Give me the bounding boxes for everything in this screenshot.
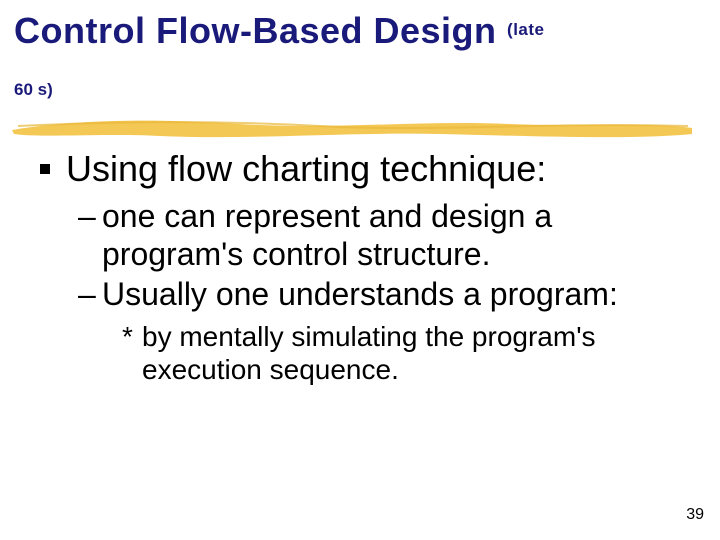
page-number: 39: [686, 506, 704, 524]
title-main: Control Flow-Based Design: [14, 10, 497, 51]
bullet-level2a-text: one can represent and design a program's…: [102, 198, 552, 272]
bullet-level1-text: Using flow charting technique:: [66, 148, 546, 189]
bullet-level2: – one can represent and design a program…: [78, 198, 690, 274]
asterisk-bullet-icon: *: [122, 320, 133, 354]
dash-bullet-icon: –: [78, 276, 96, 314]
title-sub-line2: 60 s): [14, 80, 53, 100]
square-bullet-icon: [40, 164, 50, 174]
bullet-level3-text: by mentally simulating the program's exe…: [142, 321, 596, 386]
slide-body: Using flow charting technique: – one can…: [40, 148, 690, 387]
bullet-level3: * by mentally simulating the program's e…: [122, 320, 690, 387]
title-underline: [10, 114, 695, 142]
bullet-level1: Using flow charting technique:: [40, 148, 690, 190]
brush-stroke-icon: [10, 114, 695, 142]
slide-title: Control Flow-Based Design (late: [14, 10, 694, 51]
bullet-level2b-text: Usually one understands a program:: [102, 276, 618, 312]
dash-bullet-icon: –: [78, 198, 96, 236]
slide: Control Flow-Based Design (late 60 s) Us…: [0, 0, 720, 540]
title-sub-inline: (late: [507, 20, 544, 39]
bullet-level2: – Usually one understands a program:: [78, 276, 690, 314]
